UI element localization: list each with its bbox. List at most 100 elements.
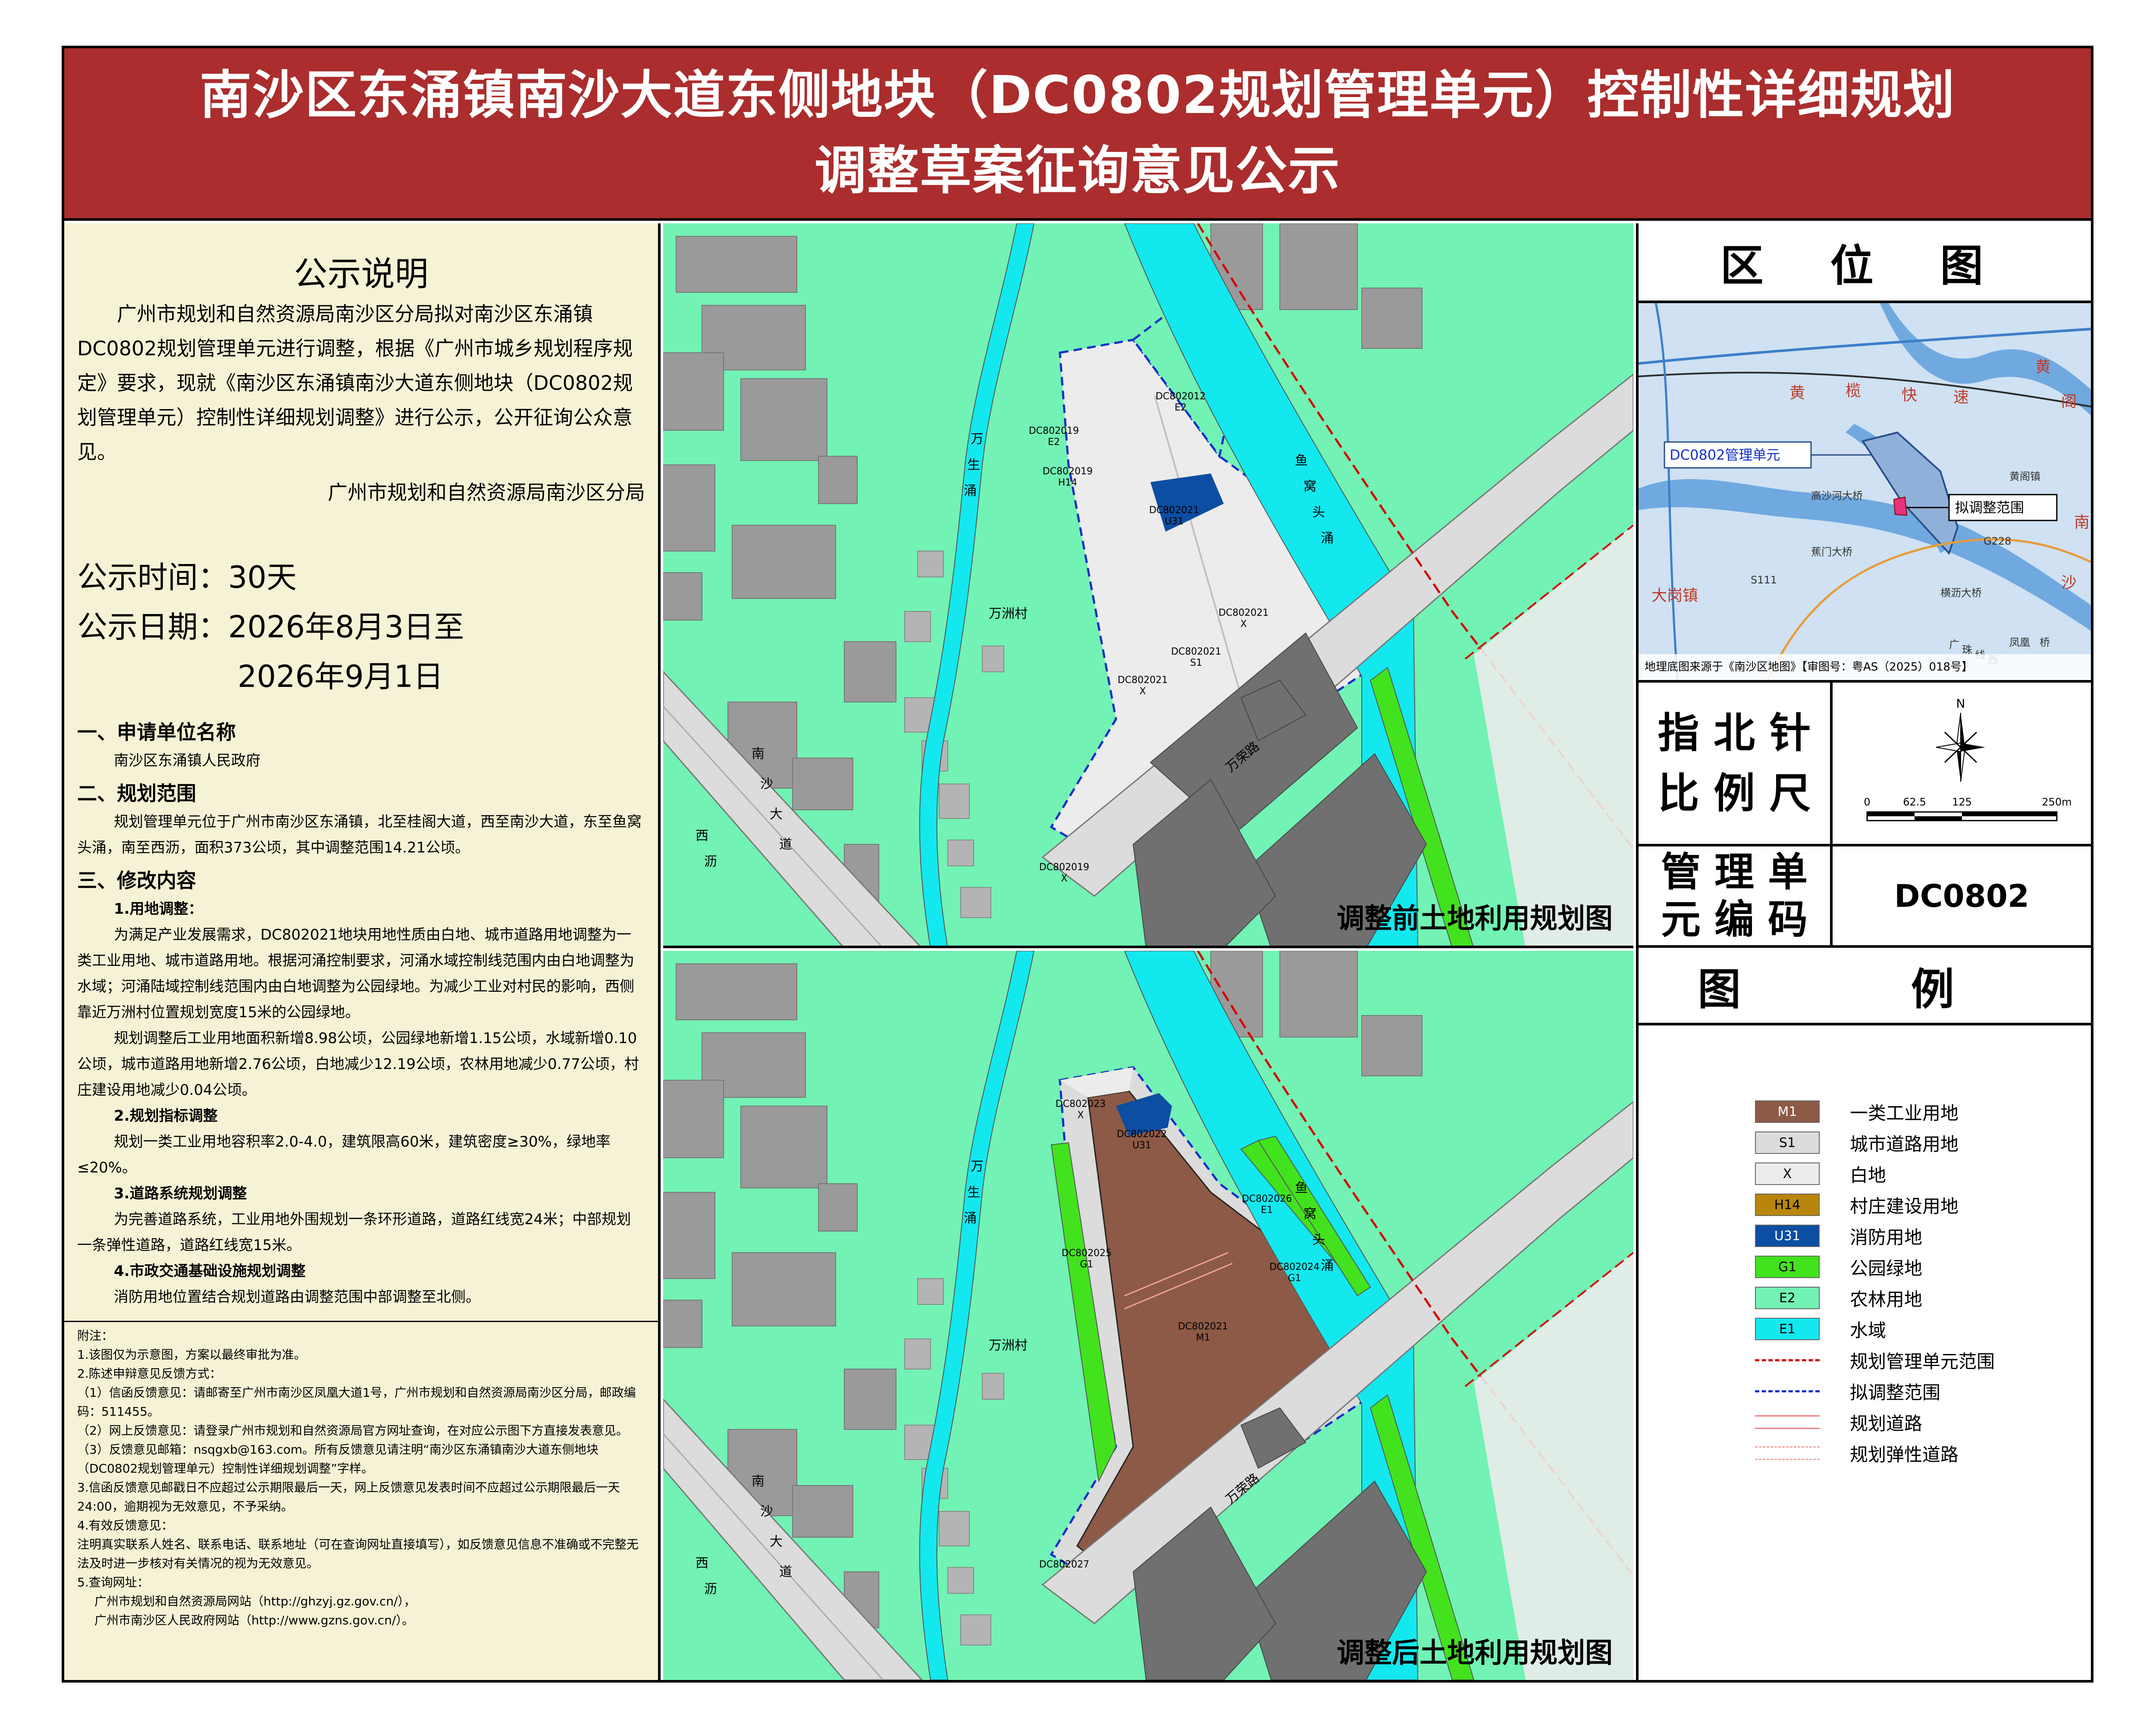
legend-swatch <box>1755 1411 1820 1433</box>
note-line: 3.信函反馈意见邮戳日不应超过公示期限最后一天，网上反馈意见发表时间不应超过公示… <box>77 1480 620 1514</box>
river-name-char: 万 <box>971 1159 984 1174</box>
legend-item: 规划管理单元范围 <box>1755 1347 1995 1373</box>
note-line: 附注： <box>77 1329 114 1343</box>
section-applicant: 一、申请单位名称 <box>77 721 236 744</box>
label-dc802026: DC802026 <box>1242 1194 1292 1204</box>
label-s1: S1 <box>1190 658 1202 668</box>
label-dc802012: DC802012 <box>1156 391 1206 402</box>
label-dc802024: DC802024 <box>1269 1262 1319 1272</box>
label-dc802023: DC802023 <box>1056 1099 1106 1109</box>
map-after-canvas: DC802023 X DC802022 U31 DC802026 E1 DC80… <box>663 951 1633 1680</box>
location-title-cell: 区 位 图 <box>1639 223 2091 303</box>
road-name-char: 大 <box>770 807 783 822</box>
river-name-char: 涌 <box>1321 531 1334 546</box>
legend-item: G1 公园绿地 <box>1755 1254 1922 1280</box>
legend-label: 一类工业用地 <box>1850 1102 1959 1124</box>
legend-item: E1 水域 <box>1755 1316 1886 1342</box>
legend-label: 村庄建设用地 <box>1850 1195 1959 1217</box>
place-label: 南 <box>2074 514 2090 531</box>
label-e1: E1 <box>1261 1205 1273 1216</box>
scope-text: 规划管理单元位于广州市南沙区东涌镇，北至桂阁大道，西至南沙大道，东至鱼窝头涌，南… <box>77 813 642 856</box>
place-label: 黄 <box>1789 384 1805 402</box>
header-banner: 南沙区东涌镇南沙大道东侧地块（DC0802规划管理单元）控制性详细规划 调整草案… <box>64 48 2091 221</box>
notice-date-end: 2026年9月1日 <box>238 659 444 694</box>
section-scope: 二、规划范围 <box>77 782 196 805</box>
legend-item: S1 城市道路用地 <box>1755 1130 1959 1156</box>
place-label: 大岗镇 <box>1651 587 1698 605</box>
map-after[interactable]: DC802023 X DC802022 U31 DC802026 E1 DC80… <box>663 951 1633 1680</box>
river-name-char: 涌 <box>1321 1258 1334 1273</box>
legend-swatch: U31 <box>1755 1225 1820 1247</box>
place-label: 快 <box>1902 386 1917 404</box>
unit-callout: DC0802管理单元 <box>1670 447 1780 463</box>
map-before-title: 调整前土地利用规划图 <box>1337 903 1613 935</box>
unit-code-label: 管 理 单 <box>1661 849 1808 895</box>
legend-label: 规划管理单元范围 <box>1850 1351 1995 1372</box>
legend-label: 规划道路 <box>1850 1413 1923 1434</box>
notice-intro: 广州市规划和自然资源局南沙区分局拟对南沙区东涌镇DC0802规划管理单元进行调整… <box>77 302 633 464</box>
land-use-text: 为满足产业发展需求，DC802021地块用地性质由白地、城市道路用地调整为一类工… <box>77 926 634 1021</box>
road-name-char: 道 <box>779 1564 792 1580</box>
label-x: X <box>1240 619 1247 630</box>
notice-title: 公示说明 <box>294 255 429 294</box>
legend-label: 规划弹性道路 <box>1850 1444 1959 1465</box>
label-x: X <box>1061 873 1067 884</box>
place-label: 蕉门大桥 <box>1811 546 1852 558</box>
road-name-char: 沙 <box>760 777 773 792</box>
label-x: X <box>1139 686 1146 697</box>
roads-text: 为完善道路系统，工业用地外围规划一条环形道路，道路红线宽24米；中部规划一条弹性… <box>77 1211 631 1254</box>
legend-label: 城市道路用地 <box>1850 1133 1959 1155</box>
note-line: 2.陈述申辩意见反馈方式： <box>77 1366 222 1381</box>
legend-title: 图 例 <box>1698 964 2032 1015</box>
adjust-callout: 拟调整范围 <box>1955 499 2024 516</box>
legend-swatch: X <box>1755 1163 1820 1185</box>
north-letter: N <box>1956 696 1965 711</box>
notice-date-start: 公示日期：2026年8月3日至 <box>77 609 464 645</box>
river-name-char: 鱼 <box>1295 1181 1308 1196</box>
place-label: 阁 <box>2061 393 2077 411</box>
legend-item: 拟调整范围 <box>1755 1378 1940 1404</box>
scale-tick: 0 <box>1864 796 1870 808</box>
label-dc802021: DC802021 <box>1219 608 1269 618</box>
road-name-char: 沙 <box>760 1504 773 1519</box>
note-line: 广州市南沙区人民政府网站（http://www.gzns.gov.cn/）。 <box>94 1613 414 1627</box>
note-line: 1.该图仅为示意图，方案以最终审批为准。 <box>77 1348 306 1362</box>
river-name-char: 沥 <box>704 1582 717 1597</box>
place-label: 广 <box>1949 639 1959 651</box>
notice-panel: 公示说明 广州市规划和自然资源局南沙区分局拟对南沙区东涌镇DC0802规划管理单… <box>64 223 661 1680</box>
scale-bar <box>1866 811 2058 821</box>
place-label: 横沥大桥 <box>1940 587 1982 599</box>
place-label: 珠 <box>1962 644 1972 656</box>
river-name-char: 窝 <box>1304 479 1316 494</box>
map-before[interactable]: DC802019 E2 DC802012 E2 DC802019 H14 DC8… <box>663 223 1633 948</box>
legend-item: U31 消防用地 <box>1755 1223 1922 1249</box>
legend-title-cell: 图 例 <box>1639 948 2091 1025</box>
scale-tick: 62.5 <box>1903 796 1926 808</box>
legend-item: E2 农林用地 <box>1755 1285 1922 1311</box>
location-map[interactable]: DC0802管理单元 拟调整范围 黄阁镇 高沙河大桥 蕉门大桥 横沥大桥 凤凰 … <box>1639 303 2091 683</box>
river-name-char: 沥 <box>704 854 717 869</box>
infrastructure-text: 消防用地位置结合规划道路由调整范围中部调整至北侧。 <box>114 1288 480 1306</box>
label-village: 万洲村 <box>989 606 1028 621</box>
sub-roads: 3.道路系统规划调整 <box>114 1185 247 1202</box>
map-source: 地理底图来源于《南沙区地图》【审图号：粤AS（2025）018号】 <box>1645 661 1973 674</box>
map-before-canvas: DC802019 E2 DC802012 E2 DC802019 H14 DC8… <box>663 223 1633 946</box>
map-after-title: 调整后土地利用规划图 <box>1337 1637 1613 1669</box>
label-dc802019: DC802019 <box>1043 466 1093 477</box>
label-g1: G1 <box>1288 1273 1301 1284</box>
place-label: 黄 <box>2035 358 2051 376</box>
note-line: （1）信函反馈意见：请邮寄至广州市南沙区凤凰大道1号，广州市规划和自然资源局南沙… <box>77 1385 636 1419</box>
legend-item: 规划道路 <box>1755 1409 1922 1435</box>
legend-label: 水域 <box>1850 1319 1887 1341</box>
place-label: 速 <box>1953 389 1969 406</box>
note-line: （2）网上反馈意见：请登录广州市规划和自然资源局官方网址查询，在对应公示图下方直… <box>77 1423 628 1438</box>
legend-swatch: E1 <box>1755 1318 1820 1340</box>
river-name-char: 生 <box>967 458 980 473</box>
river-name-char: 西 <box>696 828 708 843</box>
notice-period: 公示时间：30天 <box>77 560 297 595</box>
river-name-char: 生 <box>967 1185 980 1200</box>
scale-tick: 250m <box>2042 796 2071 808</box>
place-label: 沙 <box>2061 574 2077 592</box>
label-dc802022: DC802022 <box>1117 1129 1167 1140</box>
legend-swatch: E2 <box>1755 1287 1820 1309</box>
